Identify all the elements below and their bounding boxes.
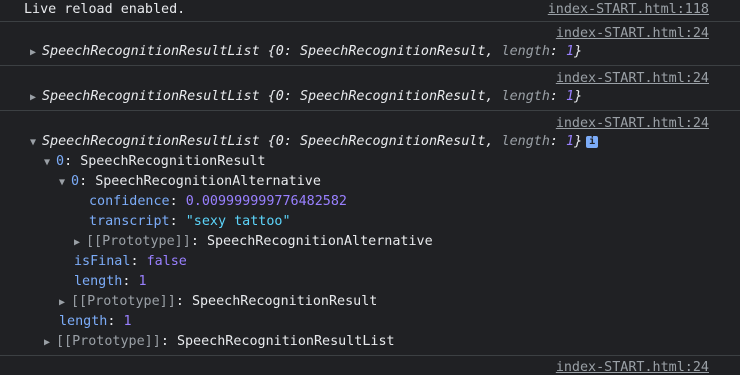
- caret-right-icon[interactable]: ▶: [74, 237, 86, 248]
- caret-right-icon[interactable]: ▶: [44, 337, 56, 348]
- prototype-list[interactable]: ▶ [[Prototype]]: SpeechRecognitionResultL…: [44, 334, 395, 349]
- divider: [0, 355, 740, 356]
- object-name: SpeechRecognitionResultList: [42, 44, 260, 59]
- caret-right-icon[interactable]: ▶: [30, 47, 42, 58]
- caret-right-icon[interactable]: ▶: [30, 92, 42, 103]
- object-name: SpeechRecognitionResultList: [42, 134, 260, 149]
- caret-down-icon[interactable]: ▼: [30, 137, 42, 148]
- source-link[interactable]: index-START.html:24: [556, 116, 709, 131]
- source-link[interactable]: index-START.html:24: [556, 26, 709, 41]
- property-confidence: confidence: 0.009999999776482582: [89, 194, 347, 209]
- log-message: Live reload enabled.: [24, 2, 186, 17]
- property-transcript: transcript: "sexy tattoo": [89, 214, 291, 229]
- caret-down-icon[interactable]: ▼: [44, 157, 56, 168]
- property-isfinal: isFinal: false: [74, 254, 187, 269]
- info-icon[interactable]: i: [586, 136, 599, 148]
- object-name: SpeechRecognitionResultList: [42, 89, 260, 104]
- tree-node-alternative[interactable]: ▼ 0: SpeechRecognitionAlternative: [59, 174, 321, 189]
- source-link[interactable]: index-START.html:118: [548, 2, 709, 17]
- object-log-expanded[interactable]: ▼ SpeechRecognitionResultList {0: SpeechR…: [30, 134, 599, 149]
- prototype-alternative[interactable]: ▶ [[Prototype]]: SpeechRecognitionAlterna…: [74, 234, 433, 249]
- caret-down-icon[interactable]: ▼: [59, 177, 71, 188]
- property-length: length: 1: [74, 274, 147, 289]
- divider: [0, 110, 740, 111]
- object-log-collapsed[interactable]: ▶ SpeechRecognitionResultList {0: SpeechR…: [30, 44, 582, 59]
- prototype-result[interactable]: ▶ [[Prototype]]: SpeechRecognitionResult: [59, 294, 377, 309]
- caret-right-icon[interactable]: ▶: [59, 297, 71, 308]
- source-link[interactable]: index-START.html:24: [556, 360, 709, 375]
- source-link[interactable]: index-START.html:24: [556, 71, 709, 86]
- object-log-collapsed[interactable]: ▶ SpeechRecognitionResultList {0: SpeechR…: [30, 89, 582, 104]
- property-list-length: length: 1: [59, 314, 132, 329]
- tree-node-result[interactable]: ▼ 0: SpeechRecognitionResult: [44, 154, 266, 169]
- divider: [0, 65, 740, 66]
- divider: [0, 21, 740, 22]
